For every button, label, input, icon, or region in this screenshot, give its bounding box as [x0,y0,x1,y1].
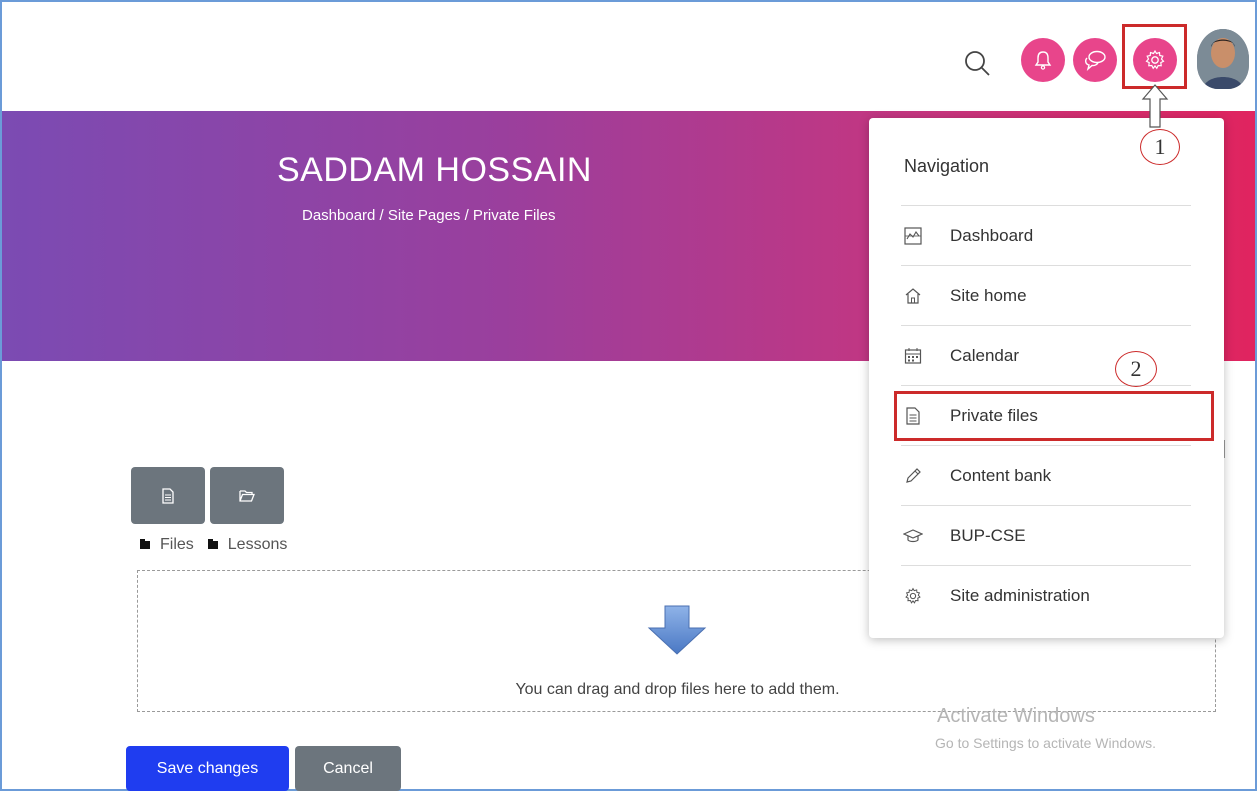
nav-item-label: Content bank [950,465,1052,485]
navigation-dropdown: Navigation Dashboard Site home Calendar … [869,118,1224,638]
page-title: SADDAM HOSSAIN [277,151,592,189]
up-arrow-icon [1141,83,1169,134]
create-folder-button[interactable] [210,467,284,524]
calendar-icon [903,346,923,366]
step1-callout: 1 [1140,129,1180,165]
search-icon[interactable] [962,48,994,80]
folder-path: Files Lessons [140,536,287,554]
activate-windows-title: Activate Windows [937,705,1095,727]
file-icon [162,487,174,504]
path-files[interactable]: Files [160,536,194,554]
breadcrumb: Dashboard / Site Pages / Private Files [302,207,556,224]
avatar[interactable] [1197,29,1249,89]
dashboard-icon [903,226,923,246]
step1-highlight-box [1122,24,1187,89]
nav-item-dashboard[interactable]: Dashboard [901,205,1191,265]
bell-icon[interactable] [1021,38,1065,82]
folder-icon [140,539,150,549]
nav-item-label: BUP-CSE [950,525,1026,545]
nav-item-content-bank[interactable]: Content bank [901,445,1191,505]
save-changes-button[interactable]: Save changes [126,746,289,791]
nav-item-label: Dashboard [950,225,1034,245]
nav-item-label: Site home [950,285,1027,305]
add-file-button[interactable] [131,467,205,524]
navigation-heading: Navigation [904,156,990,176]
pencil-icon [903,466,923,486]
path-lessons[interactable]: Lessons [228,536,288,554]
folder-open-icon [239,489,255,502]
nav-item-site-administration[interactable]: Site administration [901,565,1191,625]
home-icon [903,286,923,306]
activate-windows-subtitle: Go to Settings to activate Windows. [935,735,1156,751]
cancel-button[interactable]: Cancel [295,746,401,791]
folder-icon [207,539,218,549]
top-navbar [2,2,1255,111]
divider [1224,440,1225,458]
nav-item-site-home[interactable]: Site home [901,265,1191,325]
gear-icon [903,586,923,606]
graduation-cap-icon [903,526,923,546]
nav-item-label: Site administration [950,585,1090,605]
step2-highlight-box [894,391,1214,441]
chat-icon[interactable] [1073,38,1117,82]
nav-item-label: Calendar [950,345,1019,365]
dropzone-hint: You can drag and drop files here to add … [515,681,840,698]
download-arrow-icon [645,604,709,661]
step2-callout: 2 [1115,351,1157,387]
nav-item-bup-cse[interactable]: BUP-CSE [901,505,1191,565]
